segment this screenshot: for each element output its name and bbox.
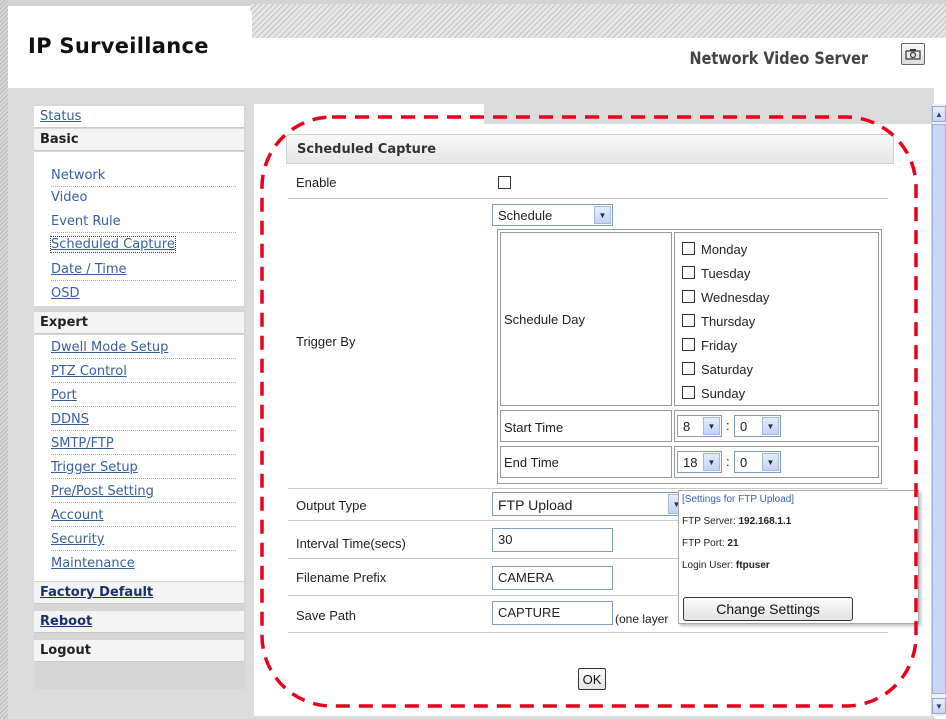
- sidebar-section-expert[interactable]: Expert: [34, 312, 244, 334]
- sidebar-item-ddns[interactable]: DDNS: [34, 408, 244, 432]
- scrollbar-thumb[interactable]: [932, 124, 946, 694]
- sidebar-item-label[interactable]: Video: [51, 190, 87, 205]
- sidebar-item-label[interactable]: Account: [51, 508, 104, 523]
- sidebar: Status Basic Network Video Event Rule Sc…: [34, 104, 246, 689]
- divider: [51, 430, 236, 431]
- camera-icon: [905, 49, 921, 60]
- server-title: Network Video Server: [689, 49, 868, 69]
- sidebar-item-account[interactable]: Account: [34, 504, 244, 528]
- sidebar-item-date-time[interactable]: Date / Time: [34, 258, 244, 282]
- snapshot-button[interactable]: [901, 43, 925, 65]
- divider: [51, 406, 236, 407]
- sidebar-item-label[interactable]: Port: [51, 388, 77, 403]
- sidebar-item-label[interactable]: Status: [40, 109, 81, 124]
- sidebar-item-pre-post[interactable]: Pre/Post Setting: [34, 480, 244, 504]
- sidebar-section-label: Basic: [40, 132, 79, 147]
- divider: [51, 526, 236, 527]
- sidebar-item-network[interactable]: Network: [34, 164, 244, 188]
- divider: [51, 454, 236, 455]
- scroll-up-icon[interactable]: ▲: [932, 106, 946, 122]
- sidebar-item-factory-default[interactable]: Factory Default: [34, 582, 244, 604]
- sidebar-item-label[interactable]: Dwell Mode Setup: [51, 340, 168, 355]
- divider: [51, 478, 236, 479]
- sidebar-item-dwell-mode[interactable]: Dwell Mode Setup: [34, 336, 244, 360]
- sidebar-item-status[interactable]: Status: [34, 106, 244, 128]
- sidebar-item-label[interactable]: Security: [51, 532, 104, 547]
- sidebar-item-security[interactable]: Security: [34, 528, 244, 552]
- sidebar-item-label[interactable]: Logout: [40, 643, 91, 658]
- divider: [51, 358, 236, 359]
- sidebar-item-label[interactable]: Trigger Setup: [51, 460, 138, 475]
- divider: [51, 280, 236, 281]
- scroll-down-icon[interactable]: ▼: [932, 698, 946, 714]
- sidebar-item-label[interactable]: Pre/Post Setting: [51, 484, 154, 499]
- sidebar-item-maintenance[interactable]: Maintenance: [34, 552, 244, 576]
- sidebar-item-port[interactable]: Port: [34, 384, 244, 408]
- window-left-border: [0, 0, 8, 719]
- vertical-scrollbar[interactable]: ▲ ▼: [931, 104, 946, 716]
- header-pattern: [250, 4, 946, 38]
- sidebar-item-osd[interactable]: OSD: [34, 282, 244, 306]
- divider: [51, 550, 236, 551]
- sidebar-item-label[interactable]: PTZ Control: [51, 364, 127, 379]
- sidebar-item-smtp-ftp[interactable]: SMTP/FTP: [34, 432, 244, 456]
- sidebar-item-reboot[interactable]: Reboot: [34, 611, 244, 633]
- sidebar-item-label[interactable]: Event Rule: [51, 214, 121, 229]
- divider: [51, 502, 236, 503]
- sidebar-item-trigger-setup[interactable]: Trigger Setup: [34, 456, 244, 480]
- sidebar-item-label[interactable]: OSD: [51, 286, 80, 301]
- app-title: IP Surveillance: [28, 34, 209, 58]
- sidebar-item-label[interactable]: SMTP/FTP: [51, 436, 114, 451]
- sidebar-item-event-rule[interactable]: Event Rule: [34, 210, 244, 234]
- sidebar-item-label[interactable]: Network: [51, 168, 105, 183]
- sidebar-item-label[interactable]: Reboot: [40, 614, 92, 629]
- sidebar-section-basic[interactable]: Basic: [34, 129, 244, 151]
- sidebar-item-logout[interactable]: Logout: [34, 640, 244, 662]
- divider: [51, 186, 236, 187]
- sidebar-item-label[interactable]: Maintenance: [51, 556, 135, 571]
- divider: [51, 382, 236, 383]
- sidebar-item-label[interactable]: Date / Time: [51, 262, 127, 277]
- sidebar-item-label[interactable]: Scheduled Capture: [50, 236, 176, 253]
- sidebar-section-label: Expert: [40, 315, 89, 330]
- sidebar-item-label[interactable]: Factory Default: [40, 585, 153, 600]
- sidebar-item-scheduled-capture[interactable]: Scheduled Capture: [34, 234, 244, 258]
- sidebar-item-video[interactable]: Video: [34, 188, 244, 210]
- sidebar-item-ptz-control[interactable]: PTZ Control: [34, 360, 244, 384]
- highlight-annotation: [260, 115, 918, 708]
- divider: [51, 232, 236, 233]
- sidebar-item-label[interactable]: DDNS: [51, 412, 89, 427]
